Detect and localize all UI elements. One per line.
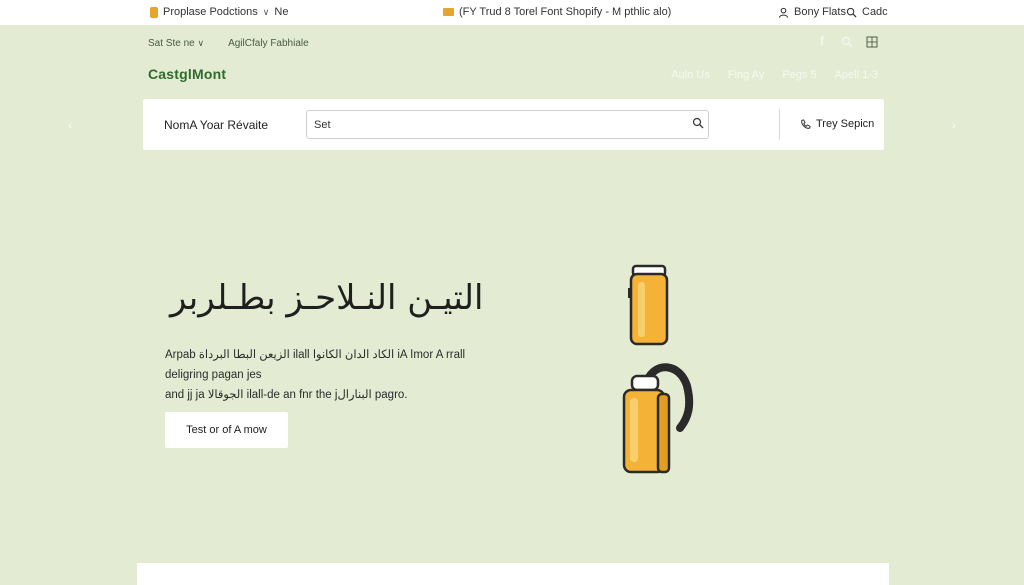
facebook-icon[interactable]: f <box>816 35 828 48</box>
phone-label: Trey Sepicn <box>816 118 875 130</box>
tag-icon <box>150 6 158 18</box>
hero-text-line: Arpab الزيعن البطا البرداة ilall الكاد ا… <box>165 349 466 381</box>
secondary-link[interactable]: AgilCfaly Fabhiale <box>228 38 309 49</box>
nav-item-apply[interactable]: Apell 1-3 <box>835 69 878 81</box>
nav-item-pages[interactable]: Pegs 5 <box>782 69 816 81</box>
account-link[interactable]: Bony Flats <box>778 6 846 18</box>
chevron-down-icon: ∨ <box>262 6 270 17</box>
social-icons: f <box>816 35 878 48</box>
chevron-right-icon[interactable]: › <box>952 118 956 132</box>
search-card-label: NomA Yoar Révaite <box>164 118 269 132</box>
grid-icon[interactable] <box>866 35 878 48</box>
site-selector[interactable]: Sat Ste ne ∨ <box>148 38 204 49</box>
cart-link[interactable]: Cadc <box>846 6 888 18</box>
search-input[interactable] <box>306 110 709 139</box>
hero-cta-button[interactable]: Test or of A mow <box>165 412 288 448</box>
nav-item-shop[interactable]: Fing Ay <box>728 69 765 81</box>
secondary-nav: Sat Ste ne ∨ AgilCfaly Fabhiale <box>148 38 309 49</box>
search-icon <box>846 7 857 18</box>
divider <box>779 109 780 140</box>
hero-text-line: and jj ja الجوقالا ilall-de an fnr the j… <box>165 389 408 401</box>
chevron-left-icon[interactable]: ‹ <box>68 118 72 132</box>
phone-link[interactable]: Trey Sepicn <box>800 118 874 130</box>
hero-description: Arpab الزيعن البطا البرداة ilall الكاد ا… <box>165 345 505 405</box>
mail-icon <box>443 8 454 16</box>
hero-title: التيـن النـلاحـز بطـلربر <box>170 278 484 318</box>
promo-label: Proplase Podctions <box>163 6 258 18</box>
announcement-link[interactable]: (FY Trud 8 Torel Font Shopify - M pthlic… <box>443 6 671 18</box>
main-nav: Aulo Us Fing Ay Pegs 5 Apell 1-3 <box>671 69 878 81</box>
content-card <box>137 563 889 585</box>
search-card: NomA Yoar Révaite Trey Sepicn <box>143 99 884 150</box>
search-icon[interactable] <box>692 117 704 129</box>
site-logo[interactable]: CastglMont <box>148 66 226 82</box>
nav-item-about[interactable]: Aulo Us <box>671 69 710 81</box>
phone-icon <box>801 118 811 129</box>
top-announcement-bar: Proplase Podctions ∨ Ne (FY Trud 8 Torel… <box>0 0 1024 25</box>
bottle-illustration <box>622 264 694 474</box>
search-icon[interactable] <box>841 36 853 48</box>
cart-label: Cadc <box>862 6 888 18</box>
promo-dropdown[interactable]: Proplase Podctions ∨ Ne <box>150 6 288 18</box>
account-label: Bony Flats <box>794 6 846 18</box>
user-icon <box>778 7 789 18</box>
promo-suffix: Ne <box>274 6 289 18</box>
announcement-text: (FY Trud 8 Torel Font Shopify - M pthlic… <box>459 6 672 18</box>
